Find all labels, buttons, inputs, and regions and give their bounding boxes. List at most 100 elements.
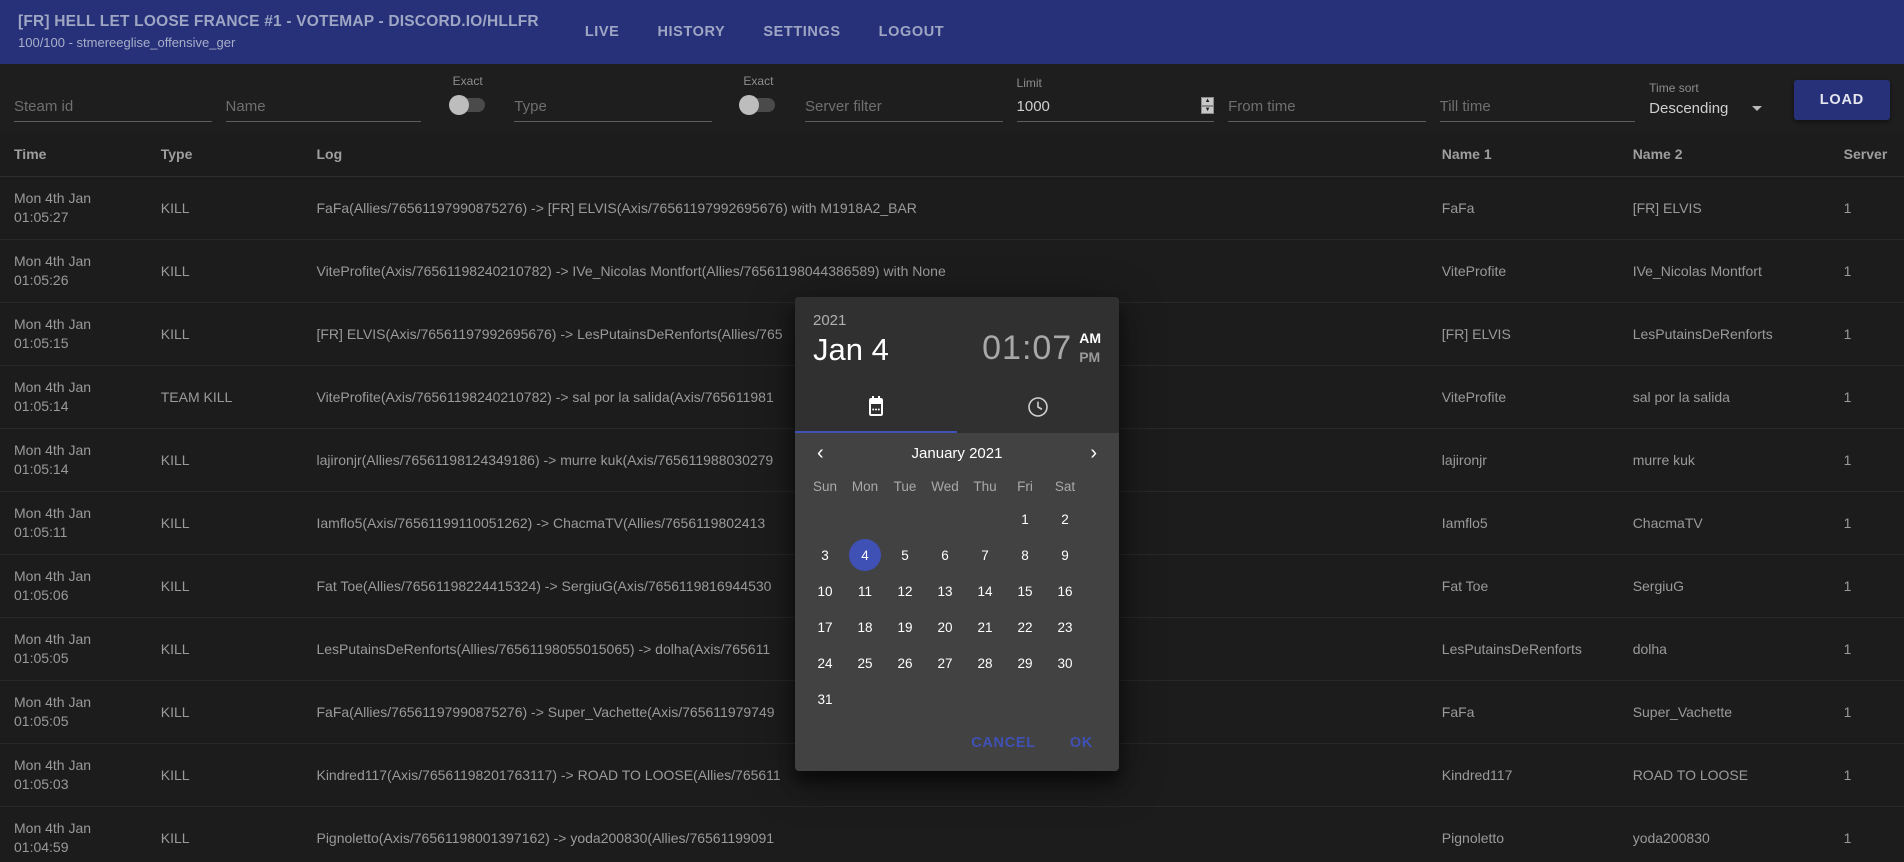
calendar-week-row: 12 — [805, 501, 1109, 537]
calendar-week-row: 24 25 26 27 28 29 30 — [805, 645, 1109, 681]
nav-link-history[interactable]: HISTORY — [641, 14, 741, 50]
cell-server: 1 — [1843, 680, 1904, 744]
table-row[interactable]: Mon 4th Jan 01:04:59 KILL Pignoletto(Axis/7… — [0, 806, 1904, 862]
cell-time-clock: 01:05:05 — [14, 650, 69, 666]
limit-input[interactable] — [1016, 95, 1215, 122]
steam-id-input[interactable] — [14, 95, 212, 122]
column-header-type[interactable]: Type — [160, 132, 317, 177]
calendar-week-row: 31 — [805, 681, 1109, 717]
calendar-day-number: 20 — [937, 619, 953, 635]
time-sort-select[interactable]: Descending — [1649, 100, 1766, 122]
calendar-day-10[interactable]: 10 — [805, 573, 845, 609]
cell-log: ViteProfite(Axis/76561198240210782) -> I… — [316, 239, 1442, 303]
exact-type-label: Exact — [743, 74, 774, 88]
exact-name-switch[interactable] — [448, 95, 485, 115]
cell-name2: ChacmaTV — [1632, 491, 1844, 555]
column-header-time[interactable]: Time — [0, 132, 161, 177]
calendar-day-5[interactable]: 5 — [885, 537, 925, 573]
nav-link-live[interactable]: LIVE — [569, 14, 636, 50]
column-header-server[interactable]: Server — [1843, 132, 1904, 177]
cell-type: KILL — [160, 743, 317, 807]
calendar-day-26[interactable]: 26 — [885, 645, 925, 681]
calendar-day-28[interactable]: 28 — [965, 645, 1005, 681]
calendar-day-11[interactable]: 11 — [845, 573, 885, 609]
server-filter-input[interactable] — [805, 95, 1003, 122]
cell-name1: lajironjr — [1441, 428, 1633, 492]
nav-link-settings[interactable]: SETTINGS — [747, 14, 856, 50]
datepicker-date-display: 2021 Jan 4 — [813, 311, 889, 369]
type-input[interactable] — [514, 95, 712, 122]
app-title-group: [FR] HELL LET LOOSE FRANCE #1 - VOTEMAP … — [18, 12, 539, 52]
calendar-day-6[interactable]: 6 — [925, 537, 965, 573]
calendar-day-31[interactable]: 31 — [805, 681, 845, 717]
calendar-day-19[interactable]: 19 — [885, 609, 925, 645]
calendar-day-9[interactable]: 9 — [1045, 537, 1085, 573]
column-header-name2[interactable]: Name 2 — [1632, 132, 1844, 177]
calendar-day-2[interactable]: 2 — [1045, 501, 1085, 537]
cancel-button[interactable]: CANCEL — [957, 727, 1050, 759]
limit-stepper-up[interactable]: ▲ — [1201, 97, 1215, 106]
name-input[interactable] — [225, 95, 422, 122]
calendar-day-30[interactable]: 30 — [1045, 645, 1085, 681]
table-row[interactable]: Mon 4th Jan 01:05:26 KILL ViteProfite(Axis/… — [0, 239, 1904, 303]
calendar-day-24[interactable]: 24 — [805, 645, 845, 681]
calendar-day-25[interactable]: 25 — [845, 645, 885, 681]
from-time-label — [1228, 76, 1426, 91]
calendar-day-4[interactable]: 4 — [845, 537, 885, 573]
exact-name-label: Exact — [452, 74, 483, 88]
calendar-day-15[interactable]: 15 — [1005, 573, 1045, 609]
meridiem-pm-button[interactable]: PM — [1079, 348, 1101, 367]
calendar-day-17[interactable]: 17 — [805, 609, 845, 645]
calendar-day-18[interactable]: 18 — [845, 609, 885, 645]
cell-time: Mon 4th Jan 01:05:15 — [0, 302, 161, 366]
calendar-day-7[interactable]: 7 — [965, 537, 1005, 573]
cell-server: 1 — [1843, 176, 1904, 240]
calendar-day-8[interactable]: 8 — [1005, 537, 1045, 573]
calendar-day-23[interactable]: 23 — [1045, 609, 1085, 645]
calendar-grid: Sun Mon Tue Wed Thu Fri Sat 1 2 3 4 5 6 7 8 9 10 11 12 13 14… — [795, 469, 1119, 717]
calendar-day-number: 29 — [1017, 655, 1033, 671]
calendar-day-3[interactable]: 3 — [805, 537, 845, 573]
calendar-day-22[interactable]: 22 — [1005, 609, 1045, 645]
from-time-input[interactable] — [1228, 95, 1426, 122]
nav-link-logout[interactable]: LOGOUT — [863, 14, 961, 50]
ok-button[interactable]: OK — [1056, 727, 1107, 759]
datepicker-year[interactable]: 2021 — [813, 311, 889, 331]
calendar-day-empty — [885, 681, 925, 717]
tab-clock[interactable] — [957, 385, 1119, 433]
tab-calendar[interactable] — [795, 385, 957, 433]
chevron-right-icon[interactable]: › — [1084, 443, 1103, 463]
calendar-day-empty — [925, 681, 965, 717]
cell-time-clock: 01:05:14 — [14, 461, 69, 477]
datepicker-clock[interactable]: 01:07 — [982, 327, 1072, 369]
calendar-day-number: 2 — [1061, 511, 1069, 527]
calendar-day-number: 27 — [937, 655, 953, 671]
calendar-day-14[interactable]: 14 — [965, 573, 1005, 609]
chevron-left-icon[interactable]: ‹ — [811, 443, 830, 463]
column-header-log[interactable]: Log — [316, 132, 1442, 177]
calendar-day-29[interactable]: 29 — [1005, 645, 1045, 681]
limit-stepper-down[interactable]: ▼ — [1201, 105, 1215, 114]
exact-type-switch[interactable] — [739, 95, 776, 115]
cell-time-clock: 01:05:26 — [14, 272, 69, 288]
cell-log: Pignoletto(Axis/76561198001397162) -> yo… — [316, 806, 1442, 862]
meridiem-am-button[interactable]: AM — [1079, 329, 1101, 348]
table-row[interactable]: Mon 4th Jan 01:05:27 KILL FaFa(Allies/76561… — [0, 176, 1904, 240]
limit-stepper[interactable]: ▲ ▼ — [1201, 97, 1215, 114]
load-button[interactable]: LOAD — [1793, 80, 1890, 120]
cell-time-date: Mon 4th Jan — [14, 757, 92, 773]
column-header-name1[interactable]: Name 1 — [1441, 132, 1633, 177]
calendar-day-16[interactable]: 16 — [1045, 573, 1085, 609]
calendar-day-number: 28 — [977, 655, 993, 671]
datepicker-day-label[interactable]: Jan 4 — [813, 331, 889, 369]
calendar-day-number: 19 — [897, 619, 913, 635]
till-time-input[interactable] — [1439, 95, 1636, 122]
calendar-day-1[interactable]: 1 — [1005, 501, 1045, 537]
calendar-day-20[interactable]: 20 — [925, 609, 965, 645]
calendar-day-21[interactable]: 21 — [965, 609, 1005, 645]
calendar-day-12[interactable]: 12 — [885, 573, 925, 609]
calendar-day-13[interactable]: 13 — [925, 573, 965, 609]
calendar-day-empty — [965, 681, 1005, 717]
calendar-day-27[interactable]: 27 — [925, 645, 965, 681]
exact-name-toggle-field: Exact — [435, 74, 500, 122]
